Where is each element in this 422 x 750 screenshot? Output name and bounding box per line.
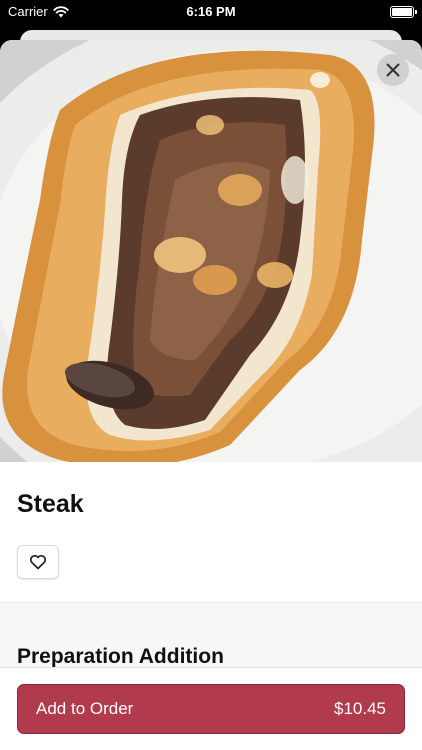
close-icon (386, 63, 400, 77)
order-price: $10.45 (334, 699, 386, 718)
food-photo (0, 40, 422, 462)
add-to-order-label: Add to Order (36, 699, 134, 718)
add-to-order-button[interactable]: Add to Order $10.45 (17, 684, 405, 734)
status-time: 6:16 PM (186, 4, 236, 19)
heart-icon (29, 554, 47, 570)
status-bar: Carrier 6:16 PM (0, 0, 422, 24)
item-detail-sheet: Steak Preparation Addition Add to Order … (0, 40, 422, 750)
close-button[interactable] (377, 54, 409, 86)
battery-icon (390, 6, 417, 18)
favorite-button[interactable] (17, 545, 59, 579)
order-footer: Add to Order $10.45 (0, 667, 422, 750)
item-title: Steak (17, 490, 84, 518)
section-title: Preparation Addition (17, 645, 224, 668)
